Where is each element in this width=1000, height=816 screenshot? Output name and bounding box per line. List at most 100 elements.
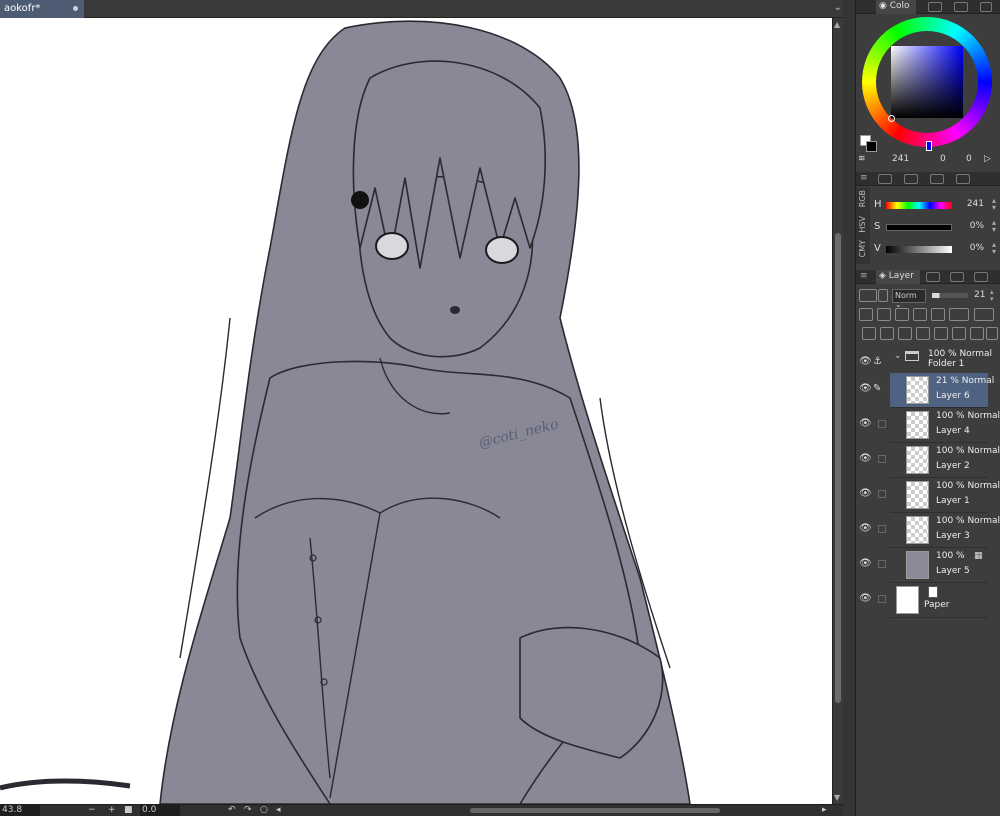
draft-layer-icon[interactable] [974, 308, 994, 321]
tab-sub-view-icon[interactable] [956, 174, 970, 184]
hue-spinner-icon[interactable]: ▴ ▾ [992, 197, 996, 212]
zoom-field[interactable]: 43.8 [0, 805, 40, 816]
new-raster-layer-icon[interactable] [862, 327, 876, 340]
eye-icon[interactable]: 👁 [859, 356, 872, 367]
opacity-value[interactable]: 21 [974, 290, 985, 300]
reference-layer-icon[interactable] [877, 308, 891, 321]
horizontal-scroll-thumb[interactable] [470, 808, 720, 813]
mode-hsv[interactable]: HSV [858, 216, 867, 233]
tab-intermediate-icon[interactable] [904, 174, 918, 184]
fill-icon[interactable] [952, 327, 966, 340]
transfer-down-icon[interactable] [916, 327, 930, 340]
document-tab[interactable]: aokofr* [0, 0, 84, 18]
value-spinner-icon[interactable]: ▴ ▾ [992, 241, 996, 256]
layer-row-paper[interactable]: 👁 Paper [856, 583, 1000, 618]
lock-transparency-icon[interactable] [931, 308, 945, 321]
play-icon[interactable]: ▷ [984, 154, 991, 164]
layer-menu-icon[interactable]: ≡ [860, 271, 868, 281]
layer-row-layer-4[interactable]: 👁 100 % Normal Layer 4 [856, 408, 1000, 443]
link-checkbox[interactable] [878, 560, 886, 568]
hue-slider[interactable]: H 241 ▴ ▾ [872, 197, 998, 213]
eye-icon[interactable]: 👁 [859, 558, 872, 569]
background-color-swatch[interactable] [866, 141, 877, 152]
layer-row-layer-5[interactable]: 👁 100 % ▦ Layer 5 [856, 548, 1000, 583]
hue-handle[interactable] [926, 141, 932, 151]
rotate-left-icon[interactable]: ↶ [228, 805, 236, 816]
layer-color-dropdown-icon[interactable] [878, 289, 888, 302]
menu-icon[interactable]: ≡ [860, 173, 868, 183]
layer-mask-icon[interactable] [970, 327, 984, 340]
link-checkbox[interactable] [878, 455, 886, 463]
zoom-in-icon[interactable]: + [108, 805, 116, 816]
tab-more-icon[interactable] [980, 2, 992, 12]
link-checkbox[interactable] [878, 525, 886, 533]
value-value[interactable]: 0% [970, 243, 984, 253]
eye-icon[interactable]: 👁 [859, 593, 872, 604]
eye-icon[interactable]: 👁 [859, 418, 872, 429]
chevron-down-icon[interactable]: ⌄ [894, 351, 902, 361]
layer-body[interactable]: 100 % Normal Layer 1 [890, 478, 1000, 513]
link-checkbox[interactable] [878, 420, 886, 428]
zoom-out-icon[interactable]: − [88, 805, 96, 816]
layer-color-icon[interactable] [859, 289, 877, 302]
saturation-slider[interactable]: S 0% ▴ ▾ [872, 219, 998, 235]
saturation-spinner-icon[interactable]: ▴ ▾ [992, 219, 996, 234]
tab-color-wheel[interactable]: ◉ Colo [876, 0, 916, 14]
layer-row-layer-6[interactable]: 👁 ✎ 21 % Normal Layer 6 [856, 373, 1000, 408]
close-tab-icon[interactable] [73, 6, 78, 11]
reset-rotation-icon[interactable]: ○ [260, 805, 268, 816]
hue-slider-bar[interactable] [886, 202, 952, 209]
lock-icon[interactable] [913, 308, 927, 321]
mask-icon[interactable] [949, 308, 969, 321]
tab-color-set-icon[interactable] [928, 2, 942, 12]
fit-view-icon[interactable]: ■ [124, 805, 133, 816]
drawing-canvas[interactable]: @coti_neko [0, 18, 832, 804]
layer-body[interactable]: Paper [890, 583, 988, 618]
saturation-value[interactable]: 0% [970, 221, 984, 231]
eye-icon[interactable]: 👁 [859, 453, 872, 464]
mode-rgb[interactable]: RGB [858, 190, 867, 207]
scroll-down-icon[interactable]: ▼ [834, 793, 840, 802]
opacity-spinner-icon[interactable]: ▴ ▾ [990, 289, 994, 303]
chevron-down-icon[interactable]: ⌄ [834, 2, 842, 13]
clip-icon[interactable] [859, 308, 873, 321]
mode-cmy[interactable]: CMY [858, 240, 867, 257]
new-folder-icon[interactable] [898, 327, 912, 340]
eye-icon[interactable]: 👁 [859, 523, 872, 534]
ruler-icon[interactable] [895, 308, 909, 321]
layer-row-layer-1[interactable]: 👁 100 % Normal Layer 1 [856, 478, 1000, 513]
tab-color-history-icon[interactable] [954, 2, 968, 12]
saturation-slider-bar[interactable] [886, 224, 952, 231]
tab-approx-icon[interactable] [930, 174, 944, 184]
layer-body[interactable]: 21 % Normal Layer 6 [890, 373, 994, 408]
color-picker-handle[interactable] [888, 115, 895, 122]
opacity-slider[interactable] [932, 293, 968, 298]
scroll-left-icon[interactable]: ◂ [276, 805, 281, 816]
scroll-right-icon[interactable]: ▸ [822, 805, 827, 816]
hue-value[interactable]: 241 [967, 199, 984, 209]
tab-auto-action-icon[interactable] [950, 272, 964, 282]
canvas-vertical-scrollbar[interactable]: ▲ ▼ [832, 18, 843, 804]
layer-row-layer-3[interactable]: 👁 100 % Normal Layer 3 [856, 513, 1000, 548]
tab-layer[interactable]: ◈ Layer [876, 270, 920, 284]
combine-down-icon[interactable] [934, 327, 948, 340]
scroll-up-icon[interactable]: ▲ [834, 20, 840, 29]
rotation-field[interactable]: 0.0 [140, 805, 180, 816]
link-checkbox[interactable] [878, 490, 886, 498]
color-wheel[interactable] [862, 17, 992, 151]
layer-body[interactable]: 100 % Normal Layer 4 [890, 408, 1000, 443]
delete-layer-icon[interactable] [986, 327, 998, 340]
eye-icon[interactable]: 👁 [859, 488, 872, 499]
value-slider[interactable]: V 0% ▴ ▾ [872, 241, 998, 257]
blend-mode-select[interactable]: Norm ⌄ [892, 289, 926, 309]
eye-icon[interactable]: 👁 [859, 383, 872, 394]
saturation-value-square[interactable] [891, 46, 963, 118]
layer-body[interactable]: 100 % Normal Layer 2 [890, 443, 1000, 478]
value-slider-bar[interactable] [886, 246, 952, 253]
tab-color-slider-icon[interactable] [878, 174, 892, 184]
tab-history-icon[interactable] [926, 272, 940, 282]
layer-row-layer-2[interactable]: 👁 100 % Normal Layer 2 [856, 443, 1000, 478]
new-vector-layer-icon[interactable] [880, 327, 894, 340]
rotate-right-icon[interactable]: ↷ [244, 805, 252, 816]
layer-body[interactable]: 100 % ▦ Layer 5 [890, 548, 988, 583]
